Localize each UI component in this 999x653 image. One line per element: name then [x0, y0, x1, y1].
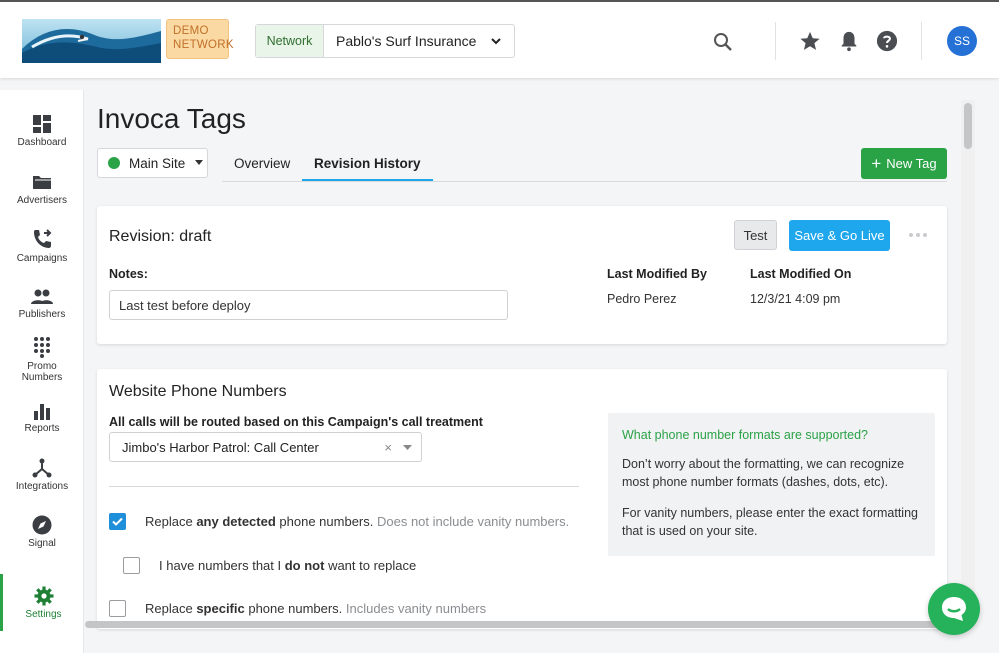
- phone-forward-icon: [34, 229, 52, 248]
- replace-any-option[interactable]: Replace any detected phone numbers. Does…: [109, 513, 569, 530]
- sidebar-item-label: Settings: [25, 609, 62, 620]
- last-modified-by-value: Pedro Perez: [607, 292, 677, 306]
- option-label: Replace specific phone numbers. Includes…: [145, 601, 487, 616]
- help-text: Don’t worry about the formatting, we can…: [622, 457, 905, 489]
- sidebar-item-settings[interactable]: Settings: [0, 574, 84, 631]
- sidebar-item-label: Signal: [28, 538, 56, 549]
- horizontal-scrollbar-thumb[interactable]: [85, 621, 961, 628]
- website-phone-numbers-card: Website Phone Numbers All calls will be …: [97, 369, 947, 629]
- search-icon[interactable]: [712, 31, 734, 53]
- star-icon[interactable]: [799, 30, 821, 52]
- call-treatment-value: Jimbo's Harbor Patrol: Call Center: [122, 439, 319, 455]
- chevron-down-icon: [491, 38, 501, 45]
- dialpad-icon: [34, 337, 50, 358]
- checkbox[interactable]: [123, 557, 140, 574]
- sidebar-item-promo-numbers[interactable]: Promo Numbers: [0, 336, 84, 383]
- more-options-icon[interactable]: [909, 230, 927, 240]
- sidebar-item-label: Publishers: [18, 309, 66, 320]
- bell-icon[interactable]: [838, 30, 860, 52]
- avatar[interactable]: SS: [947, 26, 977, 56]
- dashboard-icon: [33, 115, 51, 133]
- last-modified-by-label: Last Modified By: [607, 267, 708, 281]
- site-select[interactable]: Main Site: [97, 148, 208, 178]
- help-text: For vanity numbers, please enter the exa…: [622, 506, 918, 538]
- top-divider: [775, 22, 776, 60]
- last-modified-on-value: 12/3/21 4:09 pm: [750, 292, 841, 306]
- checkbox-checked[interactable]: [109, 513, 126, 530]
- folder-icon: [33, 176, 52, 189]
- chat-button[interactable]: [928, 583, 980, 635]
- help-box: What phone number formats are supported?…: [608, 413, 935, 556]
- option-label: I have numbers that I do not want to rep…: [159, 558, 417, 573]
- hub-icon: [32, 458, 52, 478]
- sidebar-item-publishers[interactable]: Publishers: [0, 288, 84, 320]
- people-icon: [31, 289, 53, 304]
- sidebar-item-label: Advertisers: [16, 195, 67, 206]
- sidebar-item-label: Dashboard: [17, 137, 67, 148]
- checkbox[interactable]: [109, 600, 126, 617]
- status-dot: [108, 157, 120, 169]
- caret-down-icon: [403, 445, 412, 450]
- new-tag-button[interactable]: + New Tag: [861, 148, 947, 179]
- sidebar-item-label: Integrations: [15, 481, 69, 492]
- network-value: Pablo's Surf Insurance: [336, 33, 477, 49]
- sidebar-item-advertisers[interactable]: Advertisers: [0, 172, 84, 206]
- new-tag-label: New Tag: [886, 156, 937, 171]
- network-select[interactable]: Network Pablo's Surf Insurance: [255, 24, 515, 58]
- sidebar-item-campaigns[interactable]: Campaigns: [0, 228, 84, 264]
- notes-input[interactable]: Last test before deploy: [109, 290, 508, 320]
- revision-card: Revision: draft Test Save & Go Live Note…: [97, 206, 947, 344]
- help-icon[interactable]: [876, 30, 898, 52]
- save-go-live-button[interactable]: Save & Go Live: [789, 220, 890, 251]
- clear-icon[interactable]: ×: [384, 440, 392, 455]
- call-treatment-select[interactable]: Jimbo's Harbor Patrol: Call Center ×: [109, 432, 422, 462]
- tab-revision-history[interactable]: Revision History: [302, 156, 433, 181]
- top-bar: DEMO NETWORK Network Pablo's Surf Insura…: [0, 0, 999, 78]
- notes-label: Notes:: [109, 267, 148, 281]
- section-title: Website Phone Numbers: [109, 383, 287, 400]
- top-divider: [921, 22, 922, 60]
- route-label: All calls will be routed based on this C…: [109, 415, 483, 429]
- caret-down-icon: [195, 160, 204, 165]
- sidebar-item-signal[interactable]: Signal: [0, 515, 84, 549]
- sidebar-item-label: Reports: [24, 423, 60, 434]
- tab-bar: Overview Revision History: [222, 150, 947, 182]
- last-modified-on-label: Last Modified On: [750, 267, 852, 281]
- sidebar: Dashboard Advertisers Campaigns Publishe…: [0, 90, 84, 653]
- plus-icon: +: [871, 154, 882, 173]
- sidebar-item-reports[interactable]: Reports: [0, 402, 84, 434]
- bar-chart-icon: [34, 404, 50, 420]
- sidebar-item-label: Promo Numbers: [21, 361, 63, 383]
- test-button[interactable]: Test: [734, 220, 777, 250]
- sidebar-item-dashboard[interactable]: Dashboard: [0, 114, 84, 148]
- tab-overview[interactable]: Overview: [234, 156, 290, 171]
- compass-icon: [32, 515, 52, 535]
- chat-bubble-icon: [942, 597, 966, 621]
- page-title: Invoca Tags: [97, 103, 246, 134]
- main-content: Invoca Tags Main Site Overview Revision …: [84, 100, 959, 629]
- exclude-numbers-option[interactable]: I have numbers that I do not want to rep…: [123, 557, 416, 574]
- site-select-value: Main Site: [129, 155, 186, 171]
- option-label: Replace any detected phone numbers. Does…: [145, 514, 570, 529]
- vertical-scrollbar-thumb[interactable]: [964, 103, 972, 149]
- network-label: Network: [256, 25, 324, 57]
- gear-icon: [34, 586, 53, 606]
- revision-title: Revision: draft: [109, 228, 212, 245]
- help-link[interactable]: What phone number formats are supported?: [622, 428, 921, 442]
- sidebar-item-integrations[interactable]: Integrations: [0, 458, 84, 492]
- replace-specific-option[interactable]: Replace specific phone numbers. Includes…: [109, 600, 486, 617]
- network-logo[interactable]: [22, 19, 161, 63]
- demo-network-badge: DEMO NETWORK: [166, 19, 234, 59]
- sidebar-item-label: Campaigns: [16, 253, 68, 264]
- vertical-scrollbar[interactable]: [961, 100, 975, 625]
- divider: [109, 486, 579, 487]
